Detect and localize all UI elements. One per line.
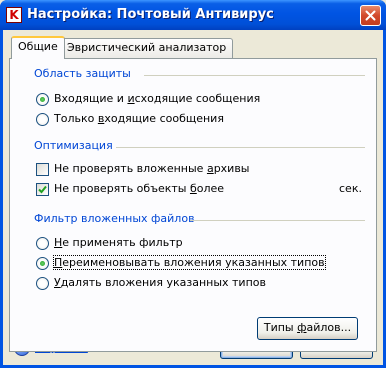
checkmark-icon [38, 185, 47, 194]
group-divider [190, 220, 365, 221]
window-title: Настройка: Почтовый Антивирус [27, 7, 274, 22]
radio-no-filter-label[interactable]: Не применять фильтр [54, 236, 183, 249]
radio-rename-attachments-label[interactable]: Переименовывать вложения указанных типов [53, 255, 326, 270]
radio-incoming-outgoing[interactable] [36, 93, 49, 106]
dialog-window: K Настройка: Почтовый Антивирус Общие Эв… [0, 0, 386, 368]
radio-incoming-outgoing-label[interactable]: Входящие и исходящие сообщения [54, 92, 260, 105]
app-icon-letter: K [9, 8, 19, 22]
file-types-button[interactable]: Типы файлов... [257, 317, 358, 340]
seconds-unit-label: сек. [339, 182, 362, 195]
group-title-attachment-filter: Фильтр вложенных файлов [34, 212, 195, 225]
group-divider [116, 147, 365, 148]
group-title-optimization: Оптимизация [34, 139, 113, 152]
radio-no-filter[interactable] [36, 237, 49, 250]
checkbox-skip-archives-label[interactable]: Не проверять вложенные архивы [54, 162, 250, 175]
group-divider [144, 75, 365, 76]
tab-general-label: Общие [18, 40, 58, 53]
checkbox-skip-archives[interactable] [36, 163, 49, 176]
radio-selected-dot [40, 261, 45, 266]
checkbox-skip-larger-label[interactable]: Не проверять объекты более [54, 182, 224, 195]
tab-general[interactable]: Общие [11, 36, 65, 59]
group-title-protection: Область защиты [34, 67, 131, 80]
close-icon [365, 10, 376, 21]
radio-selected-dot [40, 97, 45, 102]
dialog-client-area: Общие Эвристический анализатор Область з… [3, 30, 383, 365]
tab-panel-general: Область защиты Входящие и исходящие сооб… [9, 58, 377, 352]
radio-delete-attachments-label[interactable]: Удалять вложения указанных типов [54, 276, 266, 289]
tab-heuristic-analyzer[interactable]: Эвристический анализатор [60, 38, 234, 58]
radio-rename-attachments[interactable] [36, 257, 49, 270]
radio-delete-attachments[interactable] [36, 277, 49, 290]
radio-incoming-only-label[interactable]: Только входящие сообщения [54, 112, 224, 125]
close-button[interactable] [360, 5, 381, 26]
radio-incoming-only[interactable] [36, 113, 49, 126]
title-bar[interactable]: K Настройка: Почтовый Антивирус [0, 0, 386, 30]
kaspersky-app-icon: K [6, 7, 22, 23]
checkbox-skip-larger[interactable] [36, 183, 49, 196]
tab-heuristic-label: Эвристический анализатор [67, 41, 227, 54]
